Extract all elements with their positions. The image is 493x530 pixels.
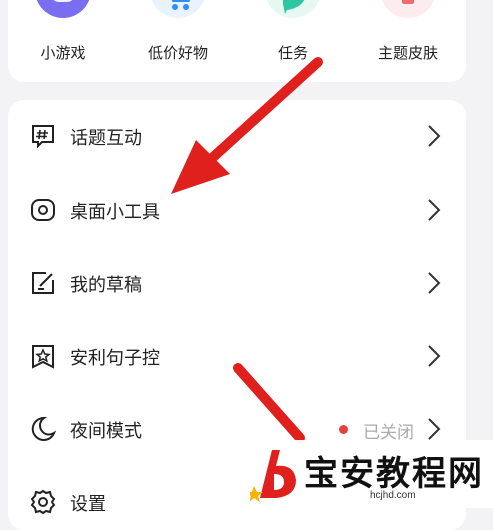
task-bubble-icon xyxy=(265,0,321,18)
shortcut-label: 低价好物 xyxy=(147,44,208,62)
watermark-title: 宝安教程网 xyxy=(304,454,484,494)
gear-icon xyxy=(30,489,56,515)
shortcut-low-price[interactable]: 低价好物 xyxy=(123,0,233,82)
shortcuts-card: 小游戏 低价好物 任务 主题皮肤 xyxy=(8,0,466,82)
menu-item-label: 桌面小工具 xyxy=(70,202,160,223)
menu-item-label: 夜间模式 xyxy=(70,421,142,442)
shopping-cart-icon xyxy=(150,0,206,18)
chevron-right-icon xyxy=(428,345,441,367)
status-dot xyxy=(339,425,348,434)
widget-icon xyxy=(31,199,55,221)
hashtag-chat-icon xyxy=(32,125,54,149)
watermark-url: hcjhd.com xyxy=(370,490,416,501)
chevron-right-icon xyxy=(428,272,441,294)
menu-item-label: 我的草稿 xyxy=(70,275,142,296)
menu-item-topic-interaction[interactable]: 话题互动 xyxy=(8,112,466,160)
menu-item-label: 安利句子控 xyxy=(70,348,160,369)
menu-item-label: 设置 xyxy=(70,494,106,515)
shortcut-tasks[interactable]: 任务 xyxy=(238,0,348,82)
gamepad-icon xyxy=(35,0,91,18)
menu-item-desktop-widget[interactable]: 桌面小工具 xyxy=(8,186,466,234)
theme-skin-icon xyxy=(380,0,436,18)
watermark: 宝安教程网 hcjhd.com xyxy=(246,440,493,508)
menu-item-my-drafts[interactable]: 我的草稿 xyxy=(8,259,466,307)
menu-item-label: 话题互动 xyxy=(70,128,142,149)
shortcut-label: 小游戏 xyxy=(40,44,86,62)
star-bookmark-icon xyxy=(32,345,54,369)
watermark-logo-icon xyxy=(250,450,296,502)
chevron-right-icon xyxy=(428,418,441,440)
chevron-right-icon xyxy=(428,199,441,221)
shortcut-label: 主题皮肤 xyxy=(377,44,438,62)
moon-icon xyxy=(31,416,56,441)
shortcut-theme-skin[interactable]: 主题皮肤 xyxy=(353,0,463,82)
shortcut-label: 任务 xyxy=(277,44,308,62)
draft-edit-icon xyxy=(32,272,54,294)
chevron-right-icon xyxy=(428,125,441,147)
menu-item-recommend-sentences[interactable]: 安利句子控 xyxy=(8,332,466,380)
shortcut-mini-games[interactable]: 小游戏 xyxy=(8,0,118,82)
